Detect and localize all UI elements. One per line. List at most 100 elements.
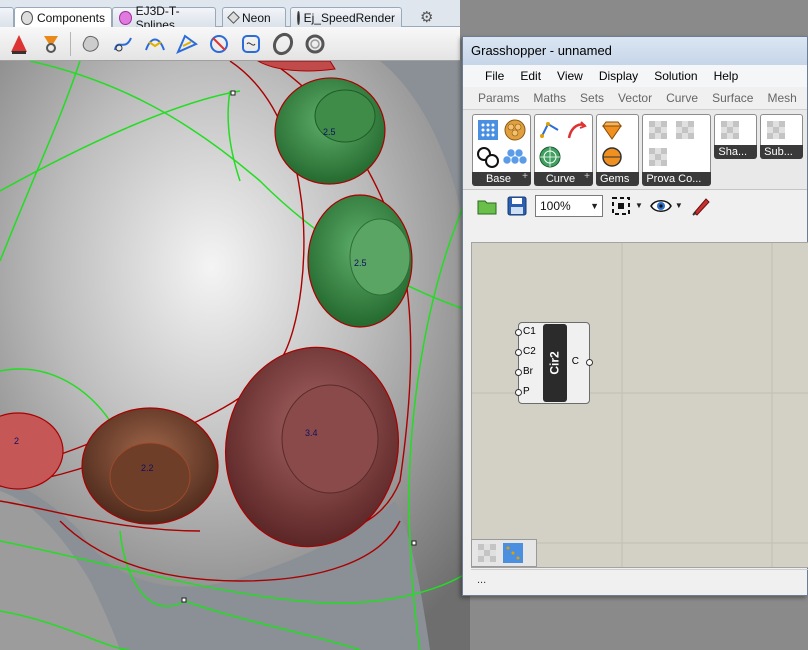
group-gems-label[interactable]: Gems: [596, 172, 640, 186]
group-gems-panel: [596, 114, 640, 172]
curve-arrow-icon[interactable]: [564, 117, 590, 143]
tab-speedrender[interactable]: Ej_SpeedRender: [290, 7, 402, 27]
menu-solution[interactable]: Solution: [646, 69, 705, 83]
zoom-value: 100%: [540, 198, 571, 213]
save-file-icon[interactable]: [505, 194, 529, 218]
group-label-text: Gems: [600, 173, 630, 185]
menu-file[interactable]: File: [477, 69, 512, 83]
input-grip[interactable]: [515, 349, 522, 356]
tab-components[interactable]: Components: [14, 7, 112, 27]
placeholder-icon[interactable]: [717, 117, 743, 143]
gem-round-icon[interactable]: [599, 144, 625, 170]
component-tabs: Params Maths Sets Vector Curve Surface M…: [463, 87, 807, 109]
zoom-extents-icon[interactable]: [609, 194, 633, 218]
ring-icon[interactable]: [300, 30, 329, 58]
gear-icon[interactable]: ⚙: [420, 10, 436, 26]
rhino-viewport[interactable]: 2.5 2.5 3.4 2.2 2: [0, 61, 470, 650]
chevron-down-icon[interactable]: ▼: [635, 201, 643, 210]
gem-cut-icon[interactable]: [599, 117, 625, 143]
group-gems: Gems: [596, 114, 640, 189]
placeholder-icon[interactable]: [475, 541, 499, 565]
tab-arrow[interactable]: [0, 7, 14, 27]
group-curve: Curve +: [534, 114, 593, 189]
chevron-down-icon[interactable]: ▼: [675, 201, 683, 210]
tab-mesh[interactable]: Mesh: [760, 91, 803, 105]
geodesic-icon[interactable]: [537, 144, 563, 170]
tab-tsplines[interactable]: EJ3D-T-Splines: [112, 4, 216, 32]
menu-help[interactable]: Help: [706, 69, 747, 83]
viewport-label: 2.5: [323, 127, 336, 137]
group-sha: Sha...: [714, 114, 758, 189]
rhino-tab-strip: Components EJ3D-T-Splines Neon Ej_SpeedR…: [0, 0, 460, 32]
preview-eye-icon[interactable]: [649, 194, 673, 218]
grasshopper-canvas[interactable]: C1 C2 Br P Cir2 C: [471, 242, 808, 568]
output-c: C: [571, 356, 579, 367]
input-grip[interactable]: [515, 389, 522, 396]
group-curve-label[interactable]: Curve +: [534, 172, 593, 186]
placeholder-icon[interactable]: [672, 117, 698, 143]
tab-surface[interactable]: Surface: [705, 91, 760, 105]
toolbar-separator: [70, 31, 71, 56]
torus-icon[interactable]: [268, 30, 297, 58]
viewport-label: 2.2: [141, 463, 154, 473]
tsplines-icon: [119, 10, 132, 25]
input-grip[interactable]: [515, 329, 522, 336]
expand-icon[interactable]: +: [584, 172, 590, 182]
tab-curve[interactable]: Curve: [659, 91, 705, 105]
point-grid-icon[interactable]: [475, 117, 501, 143]
menu-display[interactable]: Display: [591, 69, 646, 83]
zoom-select[interactable]: 100% ▼: [535, 194, 603, 217]
tab-params[interactable]: Params: [471, 91, 526, 105]
point-grid-icon[interactable]: [501, 541, 525, 565]
input-grip[interactable]: [515, 369, 522, 376]
network-surface-icon[interactable]: [236, 30, 265, 58]
open-file-icon[interactable]: [475, 194, 499, 218]
component-name: Cir2: [548, 351, 562, 375]
render-icon: [297, 10, 300, 25]
canvas-toolbar: 100% ▼ ▼ ▼: [463, 189, 807, 221]
menu-edit[interactable]: Edit: [512, 69, 549, 83]
empty-slot-icon: [564, 144, 590, 170]
tab-sets[interactable]: Sets: [573, 91, 611, 105]
group-base: Base +: [472, 114, 531, 189]
group-prova-panel: [642, 114, 712, 172]
curve-to-surface-icon[interactable]: [108, 30, 137, 58]
group-sha-panel: [714, 114, 758, 145]
circles-icon[interactable]: [475, 144, 501, 170]
output-grip[interactable]: [586, 359, 593, 366]
tab-maths[interactable]: Maths: [526, 91, 573, 105]
tab-neon[interactable]: Neon: [222, 7, 286, 27]
patch-icon[interactable]: [204, 30, 233, 58]
group-sub-panel: [760, 114, 803, 145]
component-cir2[interactable]: C1 C2 Br P Cir2 C: [515, 322, 593, 404]
canvas-minimap: [471, 539, 537, 567]
chevron-down-icon: ▼: [590, 200, 599, 211]
group-prova-label[interactable]: Prova Co...: [642, 172, 712, 186]
group-sha-label[interactable]: Sha...: [714, 145, 758, 159]
component-ribbon: Base + Curve + Gems Prova Co... Sha... S…: [463, 109, 807, 189]
group-sub-label[interactable]: Sub...: [760, 145, 803, 159]
group-base-label[interactable]: Base +: [472, 172, 531, 186]
group-label-text: Prova Co...: [646, 173, 702, 185]
circle-pack-icon[interactable]: [502, 117, 528, 143]
components-icon: [21, 10, 33, 25]
sketch-pen-icon[interactable]: [689, 194, 713, 218]
network-icon[interactable]: [537, 117, 563, 143]
menu-bar: File Edit View Display Solution Help: [463, 65, 807, 87]
placeholder-icon[interactable]: [645, 117, 671, 143]
menu-view[interactable]: View: [549, 69, 591, 83]
loft-icon[interactable]: [172, 30, 201, 58]
empty-slot-icon: [672, 144, 698, 170]
tab-neon-label: Neon: [242, 10, 271, 25]
viewport-label: 3.4: [305, 428, 318, 438]
grasshopper-window: Grasshopper - unnamed File Edit View Dis…: [462, 36, 808, 596]
placeholder-icon[interactable]: [763, 117, 789, 143]
render-lamp-icon[interactable]: [36, 30, 65, 58]
sweep-icon[interactable]: [140, 30, 169, 58]
tab-vector[interactable]: Vector: [611, 91, 659, 105]
render-cone-icon[interactable]: [4, 30, 33, 58]
placeholder-icon[interactable]: [645, 144, 671, 170]
expand-icon[interactable]: +: [522, 172, 528, 182]
blob-icon[interactable]: [76, 30, 105, 58]
hex-grid-icon[interactable]: [502, 144, 528, 170]
